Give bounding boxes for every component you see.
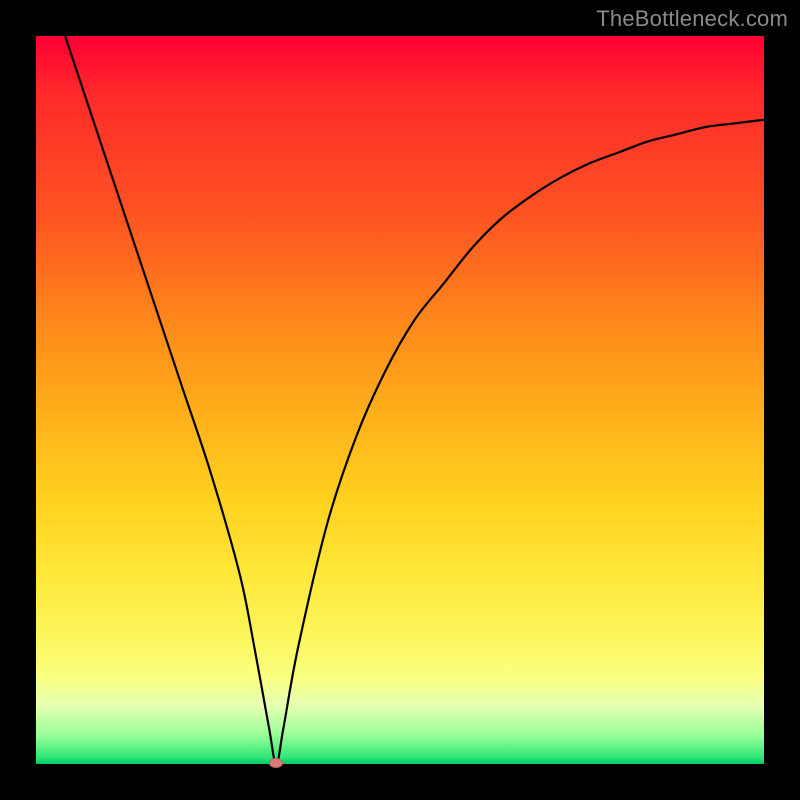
watermark-text: TheBottleneck.com: [596, 6, 788, 32]
bottleneck-curve: [36, 36, 764, 764]
chart-frame: TheBottleneck.com: [0, 0, 800, 800]
plot-area: [36, 36, 764, 764]
curve-path: [65, 36, 764, 764]
minimum-marker: [269, 758, 283, 768]
